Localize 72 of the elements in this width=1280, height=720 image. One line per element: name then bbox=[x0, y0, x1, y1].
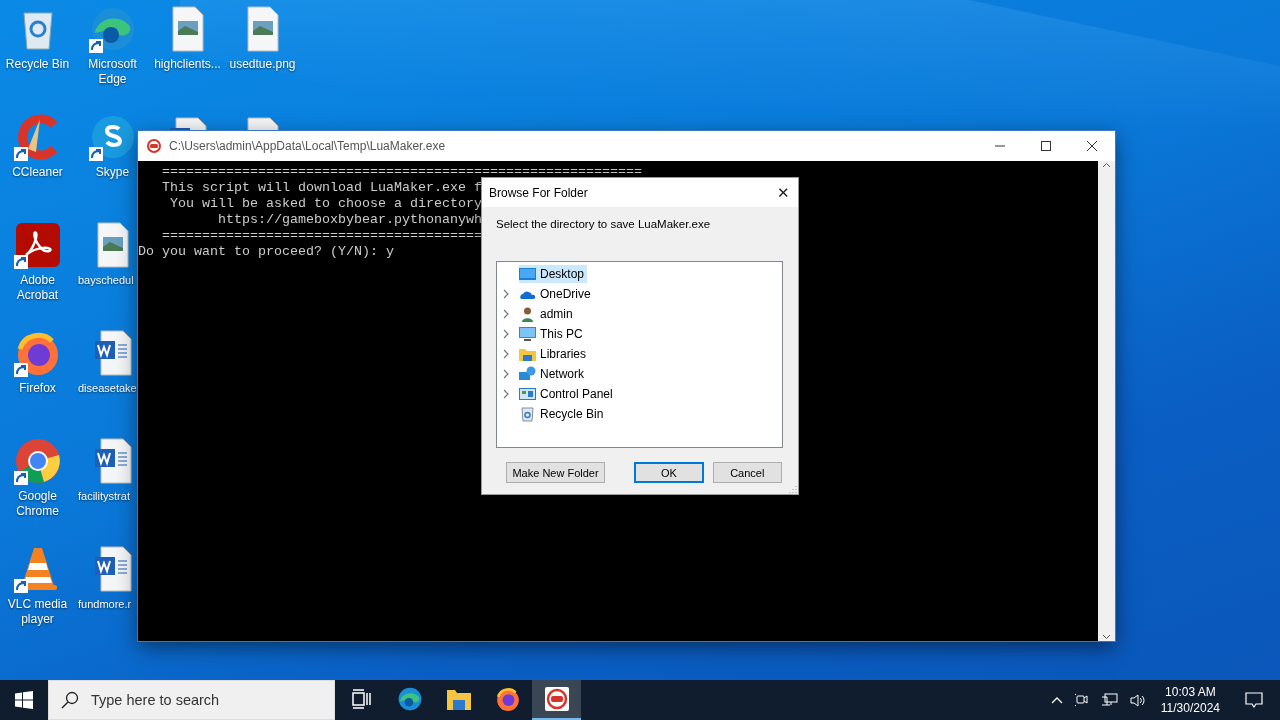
network-icon bbox=[1100, 692, 1118, 708]
speaker-icon bbox=[1129, 692, 1147, 708]
app-icon bbox=[544, 687, 569, 711]
desktop-icon-label[interactable]: Google Chrome bbox=[1, 489, 74, 519]
folder-tree-item[interactable]: admin bbox=[519, 305, 576, 323]
resize-grip-icon[interactable] bbox=[789, 485, 797, 493]
desktop-icon-label[interactable]: facilitystrat bbox=[78, 489, 130, 504]
desktop-icon-label[interactable]: highclients... bbox=[154, 57, 221, 72]
network-icon bbox=[519, 366, 536, 382]
dialog-title: Browse For Folder bbox=[489, 185, 588, 200]
folder-tree-item[interactable]: Network bbox=[519, 365, 587, 383]
search-box[interactable]: Type here to search bbox=[48, 680, 335, 720]
speech-bubble-icon bbox=[1245, 691, 1263, 709]
task-view-icon bbox=[350, 689, 371, 709]
search-icon bbox=[61, 691, 79, 709]
window-title: C:\Users\admin\AppData\Local\Temp\LuaMaker.exe bbox=[169, 139, 447, 153]
dialog-prompt: Select the directory to save LuaMaker.exe bbox=[496, 218, 711, 230]
edge-icon bbox=[396, 686, 423, 712]
taskbar-app-button[interactable] bbox=[532, 680, 581, 720]
folder-tree-item[interactable]: This PC bbox=[519, 325, 586, 343]
shortcut-arrow-icon bbox=[13, 147, 28, 161]
app-icon bbox=[147, 139, 161, 153]
windows-logo-icon bbox=[15, 691, 33, 709]
desktop-icon-label[interactable]: fundmore.r bbox=[78, 597, 132, 612]
close-button[interactable]: ✕ bbox=[768, 178, 798, 207]
monitor-icon bbox=[519, 326, 536, 342]
folder-icon bbox=[519, 346, 536, 362]
dialog-button[interactable]: OK bbox=[634, 462, 704, 483]
console-line: Do you want to proceed? (Y/N): y bbox=[138, 244, 394, 260]
console-line: You will be asked to choose a directory bbox=[169, 196, 482, 212]
recycle-bin-icon bbox=[519, 406, 536, 422]
dialog-button[interactable]: Make New Folder bbox=[506, 462, 606, 483]
maximize-icon bbox=[1041, 141, 1051, 151]
desktop-icon-label[interactable]: Skype bbox=[95, 165, 130, 180]
desktop-icon-label[interactable]: bayschedul bbox=[78, 273, 134, 288]
console-line: ============================================================ bbox=[161, 164, 642, 180]
desktop-icon-label[interactable]: Recycle Bin bbox=[5, 57, 70, 72]
desktop-icon-label[interactable]: CCleaner bbox=[12, 165, 63, 180]
folder-icon bbox=[446, 688, 471, 710]
scroll-down-icon bbox=[1102, 632, 1111, 641]
folder-tree-item[interactable]: Recycle Bin bbox=[519, 405, 607, 423]
desktop-icon-label[interactable]: usedtue.png bbox=[229, 57, 296, 72]
shortcut-arrow-icon bbox=[88, 147, 103, 161]
folder-tree-item[interactable]: OneDrive bbox=[519, 285, 594, 303]
console-line: This script will download LuaMaker.exe f bbox=[161, 180, 482, 196]
folder-tree-item[interactable]: Desktop bbox=[519, 265, 588, 283]
console-line: ======================================== bbox=[161, 228, 482, 244]
shortcut-arrow-icon bbox=[88, 39, 103, 53]
shortcut-arrow-icon bbox=[13, 471, 28, 485]
camera-icon bbox=[1074, 692, 1089, 708]
user-icon bbox=[519, 306, 536, 322]
control-panel-icon bbox=[519, 386, 536, 402]
chevron-up-icon bbox=[1050, 696, 1063, 704]
desktop-icon-label[interactable]: Firefox bbox=[19, 381, 56, 396]
shortcut-arrow-icon bbox=[13, 579, 28, 593]
folder-tree-item[interactable]: Libraries bbox=[519, 345, 590, 363]
folder-tree-item[interactable]: Control Panel bbox=[519, 385, 616, 403]
shortcut-arrow-icon bbox=[13, 255, 28, 269]
firefox-icon bbox=[494, 686, 521, 712]
search-field[interactable]: Type here to search bbox=[89, 691, 323, 709]
clock[interactable]: 10:03 AM 11/30/2024 bbox=[1152, 680, 1228, 720]
shortcut-arrow-icon bbox=[13, 363, 28, 377]
dialog-button[interactable]: Cancel bbox=[712, 462, 782, 483]
console-line: https://gameboxbybear.pythonanywh bbox=[216, 212, 482, 228]
close-icon bbox=[1087, 141, 1097, 151]
scroll-up-icon bbox=[1102, 161, 1111, 170]
desktop-icon-label[interactable]: Microsoft Edge bbox=[76, 57, 149, 87]
scroll-bar[interactable] bbox=[1098, 161, 1115, 641]
desktop-icon-label[interactable]: VLC media player bbox=[1, 597, 74, 627]
desktop-icon bbox=[519, 266, 536, 282]
desktop-icon-label[interactable]: diseasetake bbox=[78, 381, 137, 396]
desktop-icon-label[interactable]: Adobe Acrobat bbox=[1, 273, 74, 303]
